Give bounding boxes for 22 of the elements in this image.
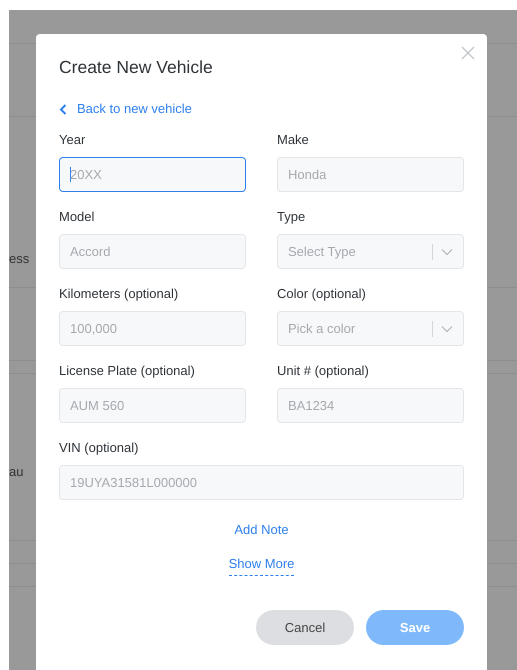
background-text: au [9,464,24,480]
field-label: Make [277,132,310,148]
select-dropdown[interactable]: Pick a color [277,311,464,346]
dialog-title: Create New Vehicle [59,57,214,77]
field-label: License Plate (optional) [59,363,196,379]
field-label: Type [277,209,306,225]
chevron-down-icon [441,248,453,256]
chevron-down-icon [441,324,453,332]
add-note-link[interactable]: Add Note [234,522,289,538]
select-dropdown[interactable]: Select Type [277,234,464,269]
show-more-link[interactable]: Show More [228,556,294,576]
back-link[interactable]: Back to new vehicle [59,101,192,117]
field-label: VIN (optional) [59,440,140,456]
close-icon[interactable] [461,46,475,60]
field-label: Kilometers (optional) [59,286,180,302]
field-label: Model [59,209,96,225]
chevron-left-icon [59,104,67,114]
field-label: Color (optional) [277,286,367,302]
field-label: Unit # (optional) [277,363,370,379]
field-label: Year [59,132,86,148]
background-text: ess [9,251,30,267]
cancel-button[interactable]: Cancel [256,610,354,645]
